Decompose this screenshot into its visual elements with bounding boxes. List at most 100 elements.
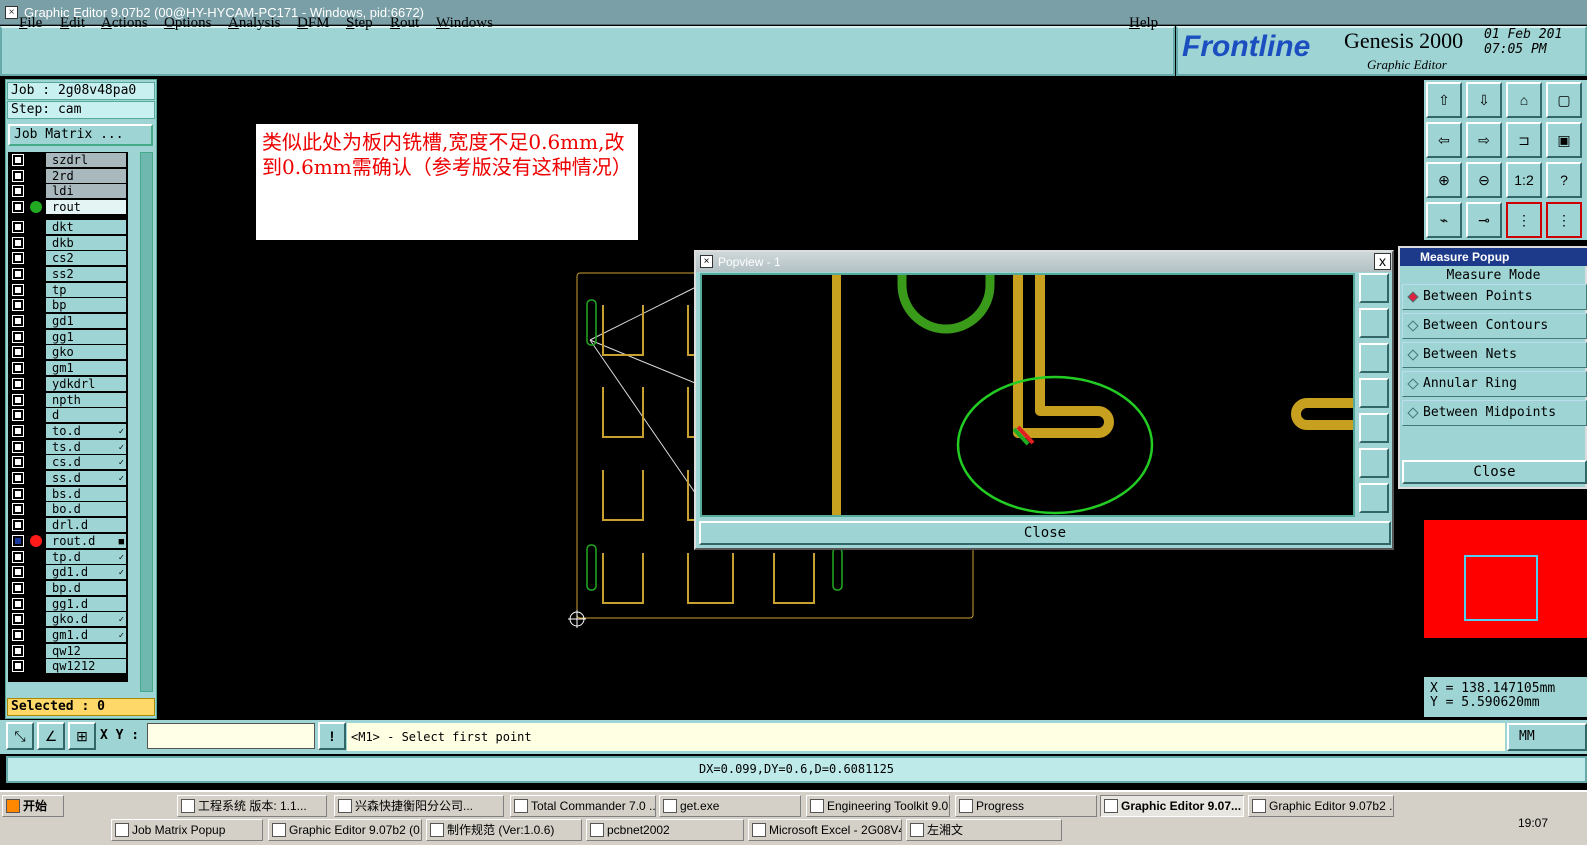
taskbar-item[interactable]: get.exe <box>659 795 801 817</box>
taskbar-item[interactable]: Job Matrix Popup <box>111 819 263 841</box>
taskbar-item[interactable]: Engineering Toolkit 9.0... <box>806 795 950 817</box>
pan-left-icon[interactable] <box>1359 378 1389 408</box>
layer-checkbox[interactable] <box>13 598 23 609</box>
layer-checkbox[interactable] <box>13 645 23 656</box>
fit-icon[interactable]: ▣ <box>1546 122 1582 158</box>
angle-icon[interactable]: ∠ <box>37 722 65 750</box>
measure-option[interactable]: Between Points <box>1402 284 1587 310</box>
layer-row[interactable]: tp.d ✓ <box>8 549 128 564</box>
snap-icon[interactable]: ⌁ <box>1426 202 1462 238</box>
pan-up-icon[interactable] <box>1359 308 1389 338</box>
grid-icon[interactable]: ⊞ <box>68 722 96 750</box>
layer-name[interactable]: szdrl <box>46 153 126 167</box>
menu-file[interactable]: File <box>19 15 42 32</box>
layer-checkbox[interactable] <box>13 520 23 531</box>
layer-name[interactable]: npth <box>46 392 126 407</box>
layer-checkbox[interactable] <box>13 504 23 515</box>
layer-checkbox[interactable] <box>13 425 23 436</box>
home-icon[interactable]: ⌂ <box>1506 82 1542 118</box>
layer-name[interactable]: bs.d <box>46 486 126 501</box>
menu-options[interactable]: Options <box>164 15 212 32</box>
menu-actions[interactable]: Actions <box>101 15 148 32</box>
layer-checkbox[interactable] <box>13 347 23 358</box>
layer-row[interactable]: qw1212 <box>8 659 128 674</box>
layer-checkbox[interactable] <box>13 535 23 546</box>
layer-row[interactable]: rout.d ■ <box>8 533 128 548</box>
layer-checkbox[interactable] <box>13 378 23 389</box>
layer-row[interactable]: szdrl <box>8 153 128 167</box>
layer-name[interactable]: rout.d ■ <box>46 533 126 548</box>
layer-name[interactable]: gg1 <box>46 329 126 344</box>
layer-name[interactable]: ldi <box>46 184 126 199</box>
layer-row[interactable]: gd1 <box>8 314 128 328</box>
layer-checkbox[interactable] <box>13 394 23 405</box>
help-icon[interactable]: ? <box>1546 162 1582 198</box>
layer-checkbox[interactable] <box>13 186 23 197</box>
job-matrix-button[interactable]: Job Matrix ... <box>8 124 153 146</box>
layer-checkbox[interactable] <box>13 457 23 468</box>
measure-icon[interactable]: ⊸ <box>1466 202 1502 238</box>
layer-checkbox[interactable] <box>13 221 23 232</box>
layer-row[interactable]: cs2 <box>8 251 128 266</box>
fit-width-icon[interactable]: ⊐ <box>1506 122 1542 158</box>
layer-row[interactable]: gko.d ✓ <box>8 612 128 627</box>
xy-input[interactable] <box>147 723 315 749</box>
pan-right-icon[interactable] <box>1359 413 1389 443</box>
layer-checkbox[interactable] <box>13 202 23 213</box>
layer-checkbox[interactable] <box>13 567 23 578</box>
layer-name[interactable]: tp.d ✓ <box>46 549 126 564</box>
measure-option[interactable]: Between Contours <box>1402 313 1587 339</box>
taskbar-item[interactable]: Graphic Editor 9.07b2 (0... <box>268 819 422 841</box>
layer-row[interactable]: gm1.d ✓ <box>8 628 128 642</box>
app-icon[interactable]: × <box>5 6 18 19</box>
layer-row[interactable]: 2rd <box>8 168 128 183</box>
layer-row[interactable]: tp <box>8 282 128 297</box>
layer-name[interactable]: gm1.d ✓ <box>46 628 126 642</box>
measure-close-button[interactable]: Close <box>1402 460 1587 484</box>
layer-name[interactable]: gd1 <box>46 314 126 328</box>
layer-checkbox[interactable] <box>13 237 23 248</box>
layer-name[interactable]: gko <box>46 345 126 360</box>
taskbar-item[interactable]: 工程系统 版本: 1.1... <box>177 795 327 817</box>
layer-name[interactable]: d <box>46 408 126 423</box>
layer-checkbox[interactable] <box>13 284 23 295</box>
menu-windows[interactable]: Windows <box>436 15 493 32</box>
layer-name[interactable]: dkt <box>46 219 126 234</box>
layer-name[interactable]: tp <box>46 282 126 297</box>
popview-fit-icon[interactable] <box>1359 273 1389 303</box>
zoom-in-icon[interactable] <box>1359 448 1389 478</box>
layer-row[interactable]: to.d ✓ <box>8 423 128 438</box>
layer-row[interactable]: gg1.d <box>8 596 128 611</box>
layer-row[interactable]: bp <box>8 298 128 313</box>
layer-checkbox[interactable] <box>13 441 23 452</box>
layer-name[interactable]: ts.d ✓ <box>46 439 126 454</box>
layer-checkbox[interactable] <box>13 268 23 279</box>
menu-rout[interactable]: Rout <box>390 15 419 32</box>
window-icon[interactable]: ▢ <box>1546 82 1582 118</box>
layer-row[interactable]: d <box>8 408 128 423</box>
layer-checkbox[interactable] <box>13 363 23 374</box>
layer-name[interactable]: gm1 <box>46 361 126 376</box>
zoom-ratio-icon[interactable]: 1:2 <box>1506 162 1542 198</box>
taskbar-item[interactable]: 左湘文 <box>906 819 1062 841</box>
units-button[interactable]: MM <box>1507 723 1587 751</box>
layer-checkbox[interactable] <box>13 155 23 165</box>
menu-edit[interactable]: Edit <box>60 15 85 32</box>
menu-help[interactable]: Help <box>1129 15 1158 32</box>
layer-name[interactable]: to.d ✓ <box>46 423 126 438</box>
popview-close-button[interactable]: Close <box>699 521 1391 545</box>
layer-row[interactable]: ydkdrl <box>8 376 128 391</box>
taskbar-item[interactable]: Graphic Editor 9.07b2 ... <box>1248 795 1394 817</box>
pan-down-icon[interactable]: ⇩ <box>1466 82 1502 118</box>
layer-checkbox[interactable] <box>13 551 23 562</box>
layer-name[interactable]: 2rd <box>46 168 126 183</box>
layer-name[interactable]: bp.d <box>46 580 126 595</box>
taskbar-item[interactable]: 兴森快捷衡阳分公司... <box>334 795 504 817</box>
layer-row[interactable]: bo.d <box>8 502 128 517</box>
layer-checkbox[interactable] <box>13 253 23 264</box>
layer-row[interactable]: ldi <box>8 184 128 199</box>
net-icon[interactable]: ⋮ <box>1506 202 1542 238</box>
warning-icon[interactable]: ! <box>318 722 346 750</box>
layer-checkbox[interactable] <box>13 316 23 326</box>
layer-checkbox[interactable] <box>13 331 23 342</box>
